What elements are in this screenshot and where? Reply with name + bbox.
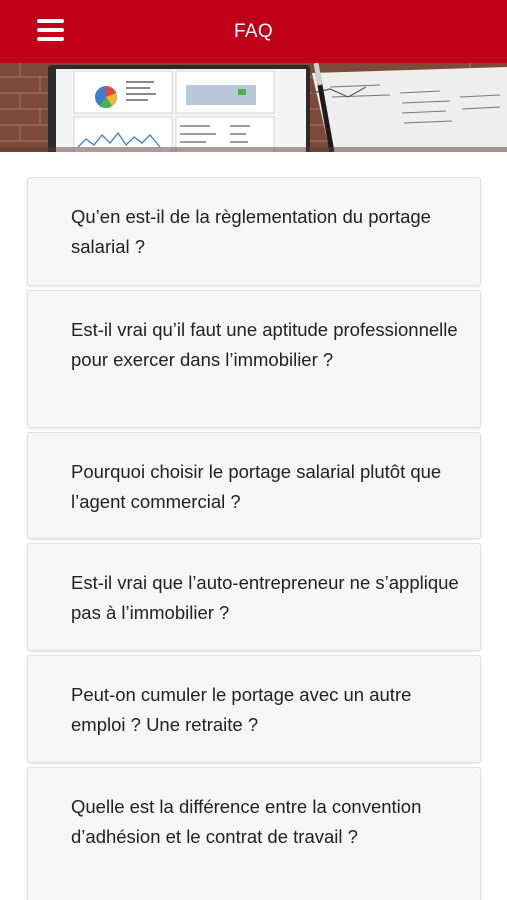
faq-item[interactable]: Qu’en est-il de la règlementation du por… [27,177,481,286]
faq-list: Qu’en est-il de la règlementation du por… [27,177,481,900]
hamburger-menu-icon[interactable] [37,19,64,43]
faq-item[interactable]: Est-il vrai qu’il faut une aptitude prof… [27,290,481,428]
banner-image [0,63,507,152]
faq-item[interactable]: Est-il vrai que l’auto-entrepreneur ne s… [27,543,481,651]
faq-item[interactable]: Peut-on cumuler le portage avec un autre… [27,655,481,763]
faq-item[interactable]: Quelle est la différence entre la conven… [27,767,481,900]
faq-question: Quelle est la différence entre la conven… [71,796,422,847]
banner-photo [0,63,507,152]
faq-question: Qu’en est-il de la règlementation du por… [71,206,431,257]
faq-question: Pourquoi choisir le portage salarial plu… [71,461,442,512]
faq-question: Est-il vrai qu’il faut une aptitude prof… [71,319,458,370]
app-bar: FAQ [0,0,507,63]
faq-question: Peut-on cumuler le portage avec un autre… [71,684,412,735]
faq-question: Est-il vrai que l’auto-entrepreneur ne s… [71,572,459,623]
faq-item[interactable]: Pourquoi choisir le portage salarial plu… [27,432,481,539]
page-title: FAQ [234,20,273,42]
